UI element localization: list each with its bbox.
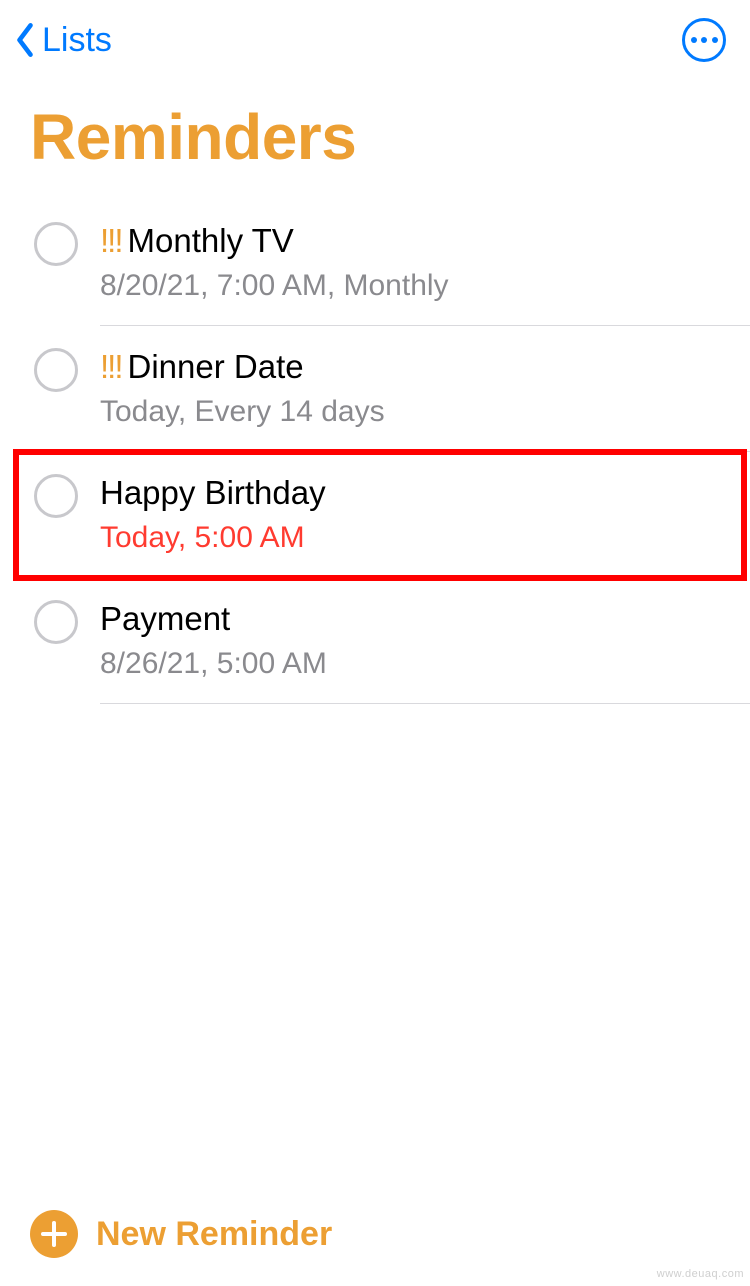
more-button[interactable] xyxy=(682,18,726,62)
watermark: www.deuaq.com xyxy=(657,1268,744,1280)
reminder-content: Payment 8/26/21, 5:00 AM xyxy=(100,598,750,704)
back-label: Lists xyxy=(42,21,112,60)
reminder-subtitle: Today, 5:00 AM xyxy=(100,521,724,555)
dot-icon xyxy=(712,37,718,43)
dot-icon xyxy=(701,37,707,43)
reminder-row[interactable]: Happy Birthday Today, 5:00 AM xyxy=(16,452,744,578)
new-reminder-label: New Reminder xyxy=(96,1215,332,1254)
reminder-title-line: Payment xyxy=(100,598,730,641)
complete-toggle[interactable] xyxy=(34,600,78,644)
reminder-subtitle: Today, Every 14 days xyxy=(100,395,730,429)
reminder-content: !!!Dinner Date Today, Every 14 days xyxy=(100,346,750,452)
reminder-subtitle: 8/26/21, 5:00 AM xyxy=(100,647,730,681)
reminders-list: !!!Monthly TV8/20/21, 7:00 AM, Monthly!!… xyxy=(0,200,750,704)
reminder-title: Payment xyxy=(100,600,230,637)
reminder-row[interactable]: !!!Monthly TV 8/20/21, 7:00 AM, Monthly xyxy=(34,200,750,326)
reminder-row[interactable]: !!!Dinner Date Today, Every 14 days xyxy=(34,326,750,452)
reminder-subtitle: 8/20/21, 7:00 AM, Monthly xyxy=(100,269,730,303)
plus-icon xyxy=(30,1210,78,1258)
complete-toggle[interactable] xyxy=(34,474,78,518)
priority-indicator: !!! xyxy=(100,222,128,259)
priority-indicator: !!! xyxy=(100,348,128,385)
chevron-left-icon xyxy=(14,21,36,59)
reminder-content: Happy Birthday Today, 5:00 AM xyxy=(100,472,744,578)
reminder-title: Happy Birthday xyxy=(100,474,326,511)
new-reminder-button[interactable]: New Reminder xyxy=(0,1192,750,1286)
reminder-title: Monthly TV xyxy=(128,222,294,259)
back-button[interactable]: Lists xyxy=(14,21,112,60)
complete-toggle[interactable] xyxy=(34,348,78,392)
nav-bar: Lists xyxy=(0,0,750,72)
reminder-title: Dinner Date xyxy=(128,348,304,385)
reminder-title-line: !!!Monthly TV xyxy=(100,220,730,263)
page-title: Reminders xyxy=(0,72,750,200)
reminder-content: !!!Monthly TV 8/20/21, 7:00 AM, Monthly xyxy=(100,220,750,326)
reminder-title-line: Happy Birthday xyxy=(100,472,724,515)
reminder-title-line: !!!Dinner Date xyxy=(100,346,730,389)
reminder-row[interactable]: Payment 8/26/21, 5:00 AM xyxy=(34,578,750,704)
dot-icon xyxy=(691,37,697,43)
complete-toggle[interactable] xyxy=(34,222,78,266)
